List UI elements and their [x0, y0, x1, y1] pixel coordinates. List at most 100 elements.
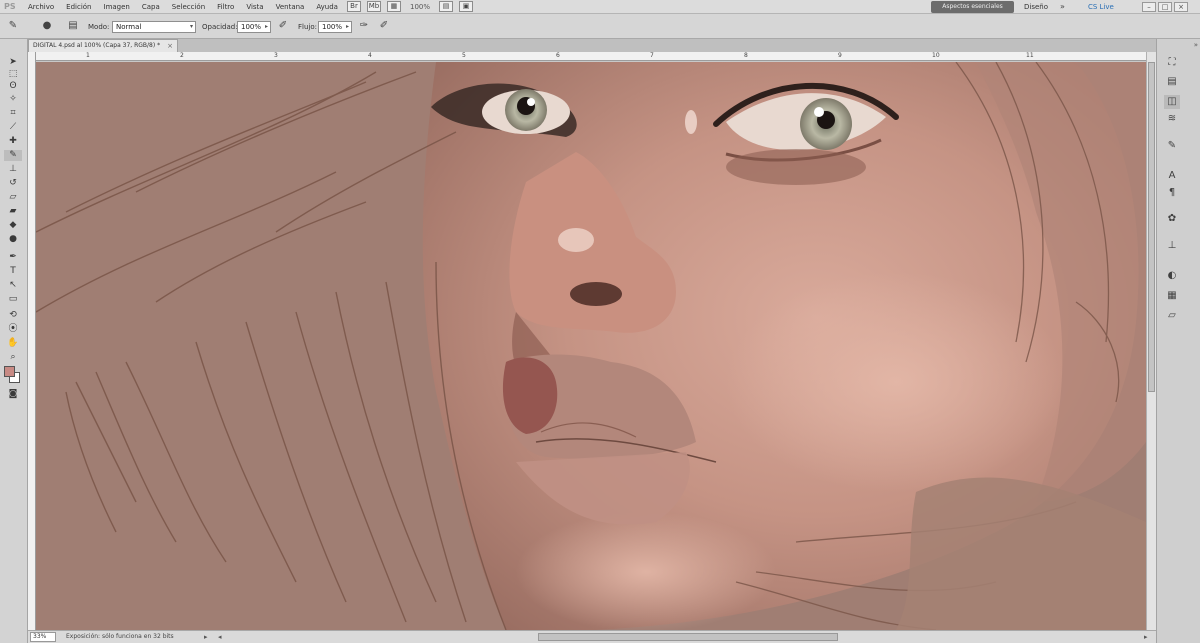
blur-tool-icon[interactable]: ◆ — [4, 220, 22, 231]
collapse-panels-icon[interactable]: » — [1194, 41, 1198, 49]
zoom-tool-icon[interactable]: ⌕ — [4, 352, 22, 363]
app-logo: PS — [4, 1, 16, 11]
screen-mode-icon[interactable]: ▣ — [459, 1, 473, 12]
menu-imagen[interactable]: Imagen — [98, 0, 136, 14]
opacity-value: 100% — [241, 23, 262, 31]
opacity-input[interactable]: 100% ▸ — [237, 21, 271, 33]
path-select-tool-icon[interactable]: ↖ — [4, 280, 22, 291]
brush-size-picker-icon[interactable]: ● — [40, 19, 54, 33]
menu-ventana[interactable]: Ventana — [270, 0, 311, 14]
eyedropper-tool-icon[interactable]: ⟋ — [4, 122, 22, 133]
clone-source-icon[interactable]: ⊥ — [1164, 239, 1180, 253]
horizontal-ruler[interactable]: 1 2 3 4 5 6 7 8 9 10 11 — [36, 52, 1146, 61]
menu-seleccion[interactable]: Selección — [166, 0, 211, 14]
brush-panel-toggle-icon[interactable]: ▤ — [66, 19, 80, 33]
healing-brush-tool-icon[interactable]: ✚ — [4, 136, 22, 147]
chevron-right-icon: ▸ — [264, 23, 268, 30]
pressure-opacity-icon[interactable]: ✐ — [276, 19, 290, 33]
menu-edicion[interactable]: Edición — [60, 0, 97, 14]
menu-filtro[interactable]: Filtro — [211, 0, 240, 14]
styles-icon[interactable]: ▱ — [1164, 309, 1180, 323]
vertical-scroll-thumb[interactable] — [1148, 62, 1155, 392]
document-canvas[interactable] — [36, 62, 1146, 630]
hand-tool-icon[interactable]: ✋ — [4, 338, 22, 349]
view-extras-icon[interactable]: ▦ — [386, 1, 401, 12]
menu-bar: PS Archivo Edición Imagen Capa Selección… — [0, 0, 1200, 14]
brush-presets-icon[interactable]: ✿ — [1164, 212, 1180, 226]
horizontal-scroll-thumb[interactable] — [538, 633, 838, 641]
zoom-level-display[interactable]: 100% — [404, 3, 436, 11]
character-icon[interactable]: A — [1164, 169, 1180, 183]
document-tab-title: DIGITAL 4.psd al 100% (Capa 37, RGB/8) * — [33, 42, 161, 49]
crop-tool-icon[interactable]: ⌗ — [4, 108, 22, 119]
eraser-tool-icon[interactable]: ▱ — [4, 192, 22, 203]
menu-ayuda[interactable]: Ayuda — [310, 0, 344, 14]
marquee-tool-icon[interactable]: ⬚ — [4, 69, 22, 80]
menu-archivo[interactable]: Archivo — [22, 0, 60, 14]
layers-icon[interactable]: ◫ — [1164, 95, 1180, 109]
move-tool-icon[interactable]: ➤ — [4, 57, 22, 68]
close-icon[interactable]: × — [1174, 2, 1188, 12]
quick-select-tool-icon[interactable]: ✧ — [4, 94, 22, 105]
flow-value: 100% — [322, 23, 343, 31]
flow-label: Flujo: — [298, 23, 317, 31]
ruler-mark: 7 — [650, 52, 654, 59]
workspace-button[interactable]: Aspectos esenciales — [931, 1, 1014, 13]
dodge-tool-icon[interactable]: ● — [4, 234, 22, 245]
history-brush-tool-icon[interactable]: ↺ — [4, 178, 22, 189]
foreground-color-swatch[interactable] — [4, 366, 15, 377]
zoom-input[interactable]: 33% — [30, 632, 56, 642]
paragraph-icon[interactable]: ¶ — [1164, 186, 1180, 200]
channels-icon[interactable]: ≋ — [1164, 112, 1180, 126]
ruler-mark: 9 — [838, 52, 842, 59]
shape-tool-icon[interactable]: ▭ — [4, 294, 22, 305]
minimize-icon[interactable]: – — [1142, 2, 1156, 12]
portrait-painting — [36, 62, 1146, 630]
ruler-mark: 8 — [744, 52, 748, 59]
vertical-ruler[interactable] — [28, 52, 36, 630]
paths-icon[interactable]: ✎ — [1164, 139, 1180, 153]
brush-tool-preset-icon[interactable]: ✎ — [6, 19, 20, 33]
arrange-documents-icon[interactable]: ▤ — [439, 1, 453, 12]
bridge-icon[interactable]: Br — [346, 1, 361, 12]
panel-dock: » ⛶ ▤ ◫ ≋ ✎ A ¶ ✿ ⊥ ◐ ▦ ▱ — [1156, 39, 1200, 643]
minibridge-icon[interactable]: Mb — [366, 1, 381, 12]
ruler-mark: 10 — [932, 52, 940, 59]
mode-select[interactable]: Normal ▾ — [112, 21, 196, 33]
pressure-size-icon[interactable]: ✐ — [377, 19, 391, 33]
histogram-icon[interactable]: ▤ — [1164, 75, 1180, 89]
ruler-mark: 11 — [1026, 52, 1034, 59]
brush-tool-icon[interactable]: ✎ — [4, 150, 22, 161]
gradient-tool-icon[interactable]: ▰ — [4, 206, 22, 217]
vertical-scrollbar[interactable] — [1146, 52, 1156, 630]
3d-camera-tool-icon[interactable]: ⦿ — [4, 324, 22, 335]
document-tab[interactable]: DIGITAL 4.psd al 100% (Capa 37, RGB/8) *… — [28, 39, 178, 52]
scroll-left-icon[interactable]: ◂ — [218, 631, 222, 643]
menu-capa[interactable]: Capa — [136, 0, 166, 14]
document-tabs: DIGITAL 4.psd al 100% (Capa 37, RGB/8) *… — [28, 39, 1156, 52]
maximize-icon[interactable]: □ — [1158, 2, 1172, 12]
menu-vista[interactable]: Vista — [240, 0, 269, 14]
chevron-down-icon: ▾ — [189, 23, 193, 30]
flow-input[interactable]: 100% ▸ — [318, 21, 352, 33]
status-menu-arrow-icon[interactable]: ▸ — [204, 631, 208, 643]
ruler-mark: 1 — [86, 52, 90, 59]
pen-tool-icon[interactable]: ✒ — [4, 252, 22, 263]
cs-live-button[interactable]: CS Live — [1088, 0, 1114, 14]
ruler-mark: 2 — [180, 52, 184, 59]
lasso-tool-icon[interactable]: ʘ — [4, 81, 22, 92]
type-tool-icon[interactable]: T — [4, 266, 22, 277]
scroll-right-icon[interactable]: ▸ — [1144, 631, 1148, 643]
quick-mask-icon[interactable]: ◙ — [4, 389, 22, 400]
masks-icon[interactable]: ▦ — [1164, 289, 1180, 303]
close-tab-icon[interactable]: × — [167, 40, 173, 52]
adjustments-icon[interactable]: ◐ — [1164, 269, 1180, 283]
workspace-design-button[interactable]: Diseño — [1024, 0, 1048, 14]
3d-rotate-tool-icon[interactable]: ⟲ — [4, 310, 22, 321]
navigator-icon[interactable]: ⛶ — [1164, 56, 1180, 70]
airbrush-icon[interactable]: ✑ — [357, 19, 371, 33]
workspace-more-button[interactable]: » — [1060, 0, 1065, 14]
ruler-mark: 4 — [368, 52, 372, 59]
clone-stamp-tool-icon[interactable]: ⊥ — [4, 164, 22, 175]
ruler-mark: 3 — [274, 52, 278, 59]
